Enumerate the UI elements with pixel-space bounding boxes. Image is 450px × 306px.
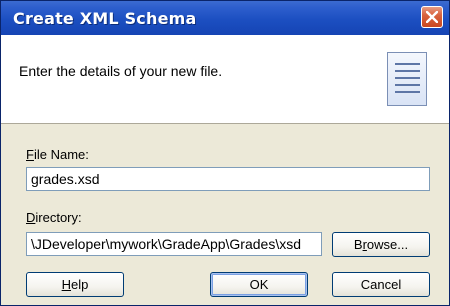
- file-name-input[interactable]: grades.xsd: [26, 167, 430, 191]
- help-button[interactable]: Help: [26, 272, 124, 297]
- create-xml-schema-dialog: Create XML Schema Enter the details of y…: [0, 0, 450, 306]
- header-description: Enter the details of your new file.: [19, 63, 223, 79]
- directory-input[interactable]: \JDeveloper\mywork\GradeApp\Grades\xsd: [26, 232, 322, 256]
- file-name-label: File Name:: [26, 147, 89, 162]
- cancel-button[interactable]: Cancel: [332, 272, 430, 297]
- document-icon: [387, 52, 427, 106]
- close-button[interactable]: [421, 6, 443, 28]
- browse-button[interactable]: Br owse...: [332, 232, 430, 257]
- header-panel: Enter the details of your new file.: [1, 35, 449, 124]
- window-title: Create XML Schema: [13, 9, 197, 28]
- title-bar[interactable]: Create XML Schema: [1, 1, 449, 35]
- directory-label: Directory:: [26, 210, 82, 225]
- ok-button[interactable]: OK: [210, 272, 308, 297]
